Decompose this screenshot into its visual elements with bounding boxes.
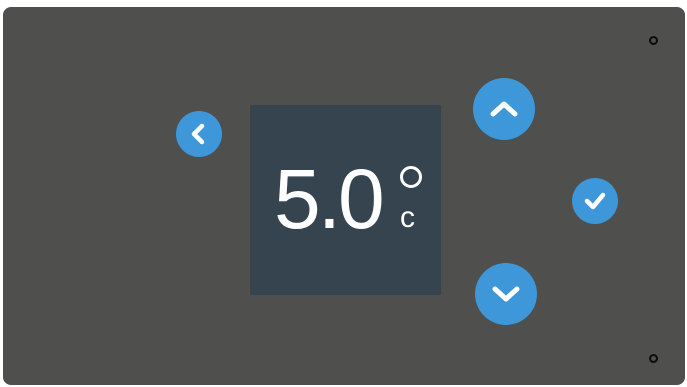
chevron-down-icon [492, 286, 520, 302]
back-button[interactable] [176, 111, 222, 157]
chevron-up-icon [490, 101, 518, 117]
checkmark-icon [584, 192, 606, 210]
temperature-value: 5.0 [274, 152, 385, 246]
confirm-button[interactable] [572, 178, 618, 224]
degree-icon [400, 166, 422, 188]
thermostat-panel: 5.0 c [3, 7, 685, 385]
screw-top [649, 36, 658, 45]
temperature-unit: c [400, 201, 415, 234]
screw-bottom [649, 354, 658, 363]
chevron-left-icon [191, 123, 205, 145]
temperature-display: 5.0 c [250, 105, 441, 295]
decrease-temperature-button[interactable] [475, 263, 537, 325]
increase-temperature-button[interactable] [473, 78, 535, 140]
